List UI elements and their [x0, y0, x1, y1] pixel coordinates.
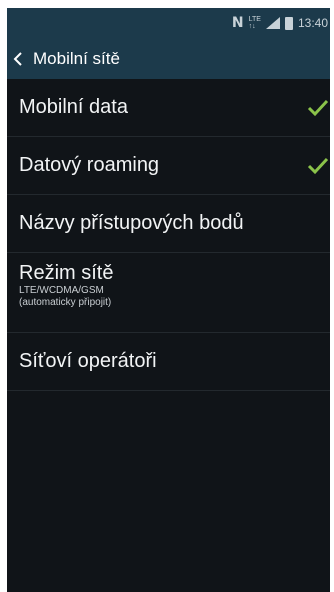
setting-title: Názvy přístupových bodů [19, 212, 244, 234]
action-bar: Mobilní sítě [7, 38, 330, 79]
status-bar: N LTE ↑↓ 13:40 [7, 8, 330, 38]
setting-subtitle: (automaticky připojit) [19, 297, 112, 308]
checkbox-checked-icon[interactable] [306, 98, 330, 118]
lte-arrows: ↑↓ [248, 23, 256, 30]
setting-network-operators[interactable]: Síťoví operátoři [7, 333, 330, 391]
setting-access-point-names[interactable]: Názvy přístupových bodů [7, 195, 330, 253]
status-time: 13:40 [297, 16, 328, 30]
lte-icon: LTE ↑↓ [249, 16, 261, 30]
setting-title: Mobilní data [19, 96, 128, 118]
back-button[interactable]: Mobilní sítě [11, 49, 120, 69]
settings-list: Mobilní data Datový roaming Názvy přístu… [7, 79, 330, 391]
nfc-icon: N [231, 15, 244, 31]
setting-subtitle: LTE/WCDMA/GSM [19, 285, 104, 296]
battery-icon [284, 16, 293, 30]
setting-title: Režim sítě [19, 262, 114, 284]
setting-data-roaming[interactable]: Datový roaming [7, 137, 330, 195]
checkbox-checked-icon[interactable] [306, 156, 330, 176]
chevron-left-icon [13, 51, 22, 66]
page-title: Mobilní sítě [33, 48, 120, 68]
setting-title: Síťoví operátoři [19, 350, 157, 372]
setting-title: Datový roaming [19, 154, 160, 176]
phone-screen: N LTE ↑↓ 13:40 Mobilní sítě Mobilní data… [7, 8, 330, 592]
lte-label: LTE [248, 16, 261, 23]
signal-icon [265, 17, 280, 29]
setting-mobile-data[interactable]: Mobilní data [7, 79, 330, 137]
setting-network-mode[interactable]: Režim sítě LTE/WCDMA/GSM (automaticky př… [7, 253, 330, 333]
